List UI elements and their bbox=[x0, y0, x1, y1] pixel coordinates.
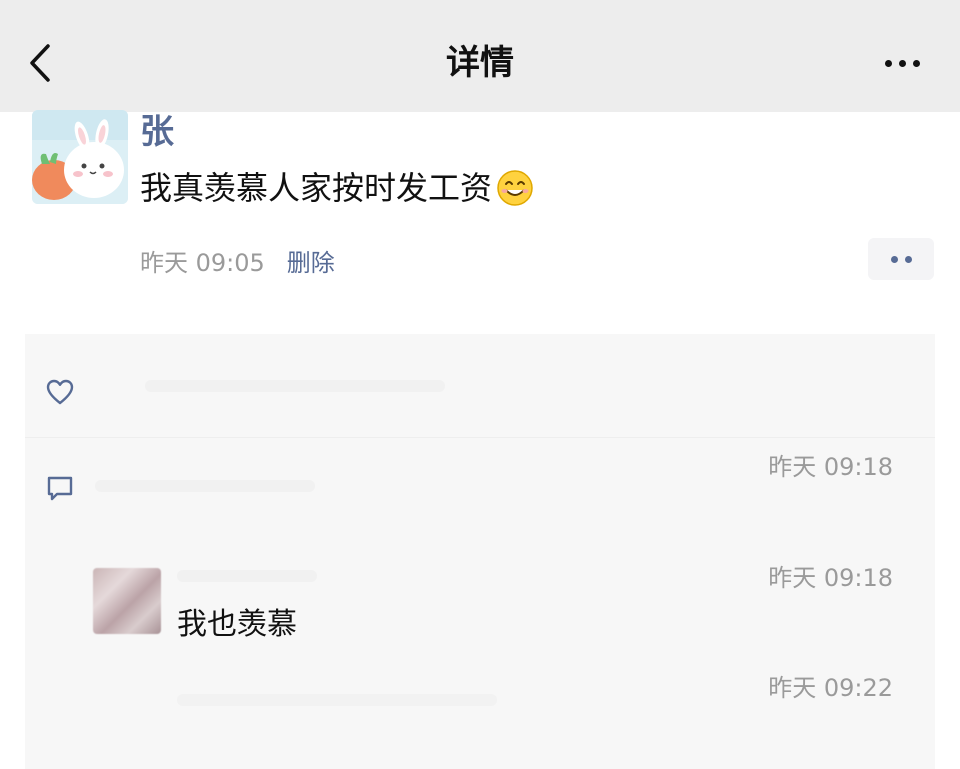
comment-time: 昨天 09:18 bbox=[768, 453, 893, 481]
comment-text[interactable]: 我也羡慕 bbox=[177, 604, 297, 646]
commenter-avatar[interactable] bbox=[93, 568, 161, 634]
bunny-carrot-avatar-icon bbox=[32, 110, 128, 204]
blurred-commenter-name bbox=[177, 570, 317, 582]
comment-time: 昨天 09:18 bbox=[768, 564, 893, 592]
post-time: 昨天 09:05 bbox=[140, 249, 265, 277]
heart-icon bbox=[46, 379, 74, 405]
action-dot-icon bbox=[904, 255, 912, 263]
comment-icon bbox=[47, 476, 73, 501]
author-name[interactable]: 张 bbox=[140, 112, 174, 152]
blurred-commenter-name bbox=[95, 480, 315, 492]
more-options-button[interactable] bbox=[872, 48, 932, 78]
interaction-panel: 昨天 09:18 昨天 09:18 我也羡慕 昨天 09:22 bbox=[25, 334, 935, 769]
smile-emoji-icon bbox=[497, 170, 533, 206]
top-nav-bar: 详情 bbox=[0, 0, 960, 112]
likes-row bbox=[25, 334, 935, 438]
blurred-comment-content bbox=[177, 694, 497, 706]
author-avatar[interactable] bbox=[32, 110, 128, 204]
more-dot-icon bbox=[884, 59, 892, 67]
page-title: 详情 bbox=[446, 43, 514, 83]
blurred-like-names bbox=[145, 380, 445, 392]
comment-time: 昨天 09:22 bbox=[768, 674, 893, 702]
action-dot-icon bbox=[890, 255, 898, 263]
post-content: 我真羡慕人家按时发工资 bbox=[140, 166, 534, 210]
more-dot-icon bbox=[912, 59, 920, 67]
delete-link[interactable]: 删除 bbox=[287, 246, 335, 280]
post-text: 我真羡慕人家按时发工资 bbox=[140, 169, 493, 207]
like-comment-toggle-button[interactable] bbox=[868, 238, 934, 280]
post-meta: 昨天 09:05 删除 bbox=[140, 246, 335, 280]
more-dot-icon bbox=[898, 59, 906, 67]
